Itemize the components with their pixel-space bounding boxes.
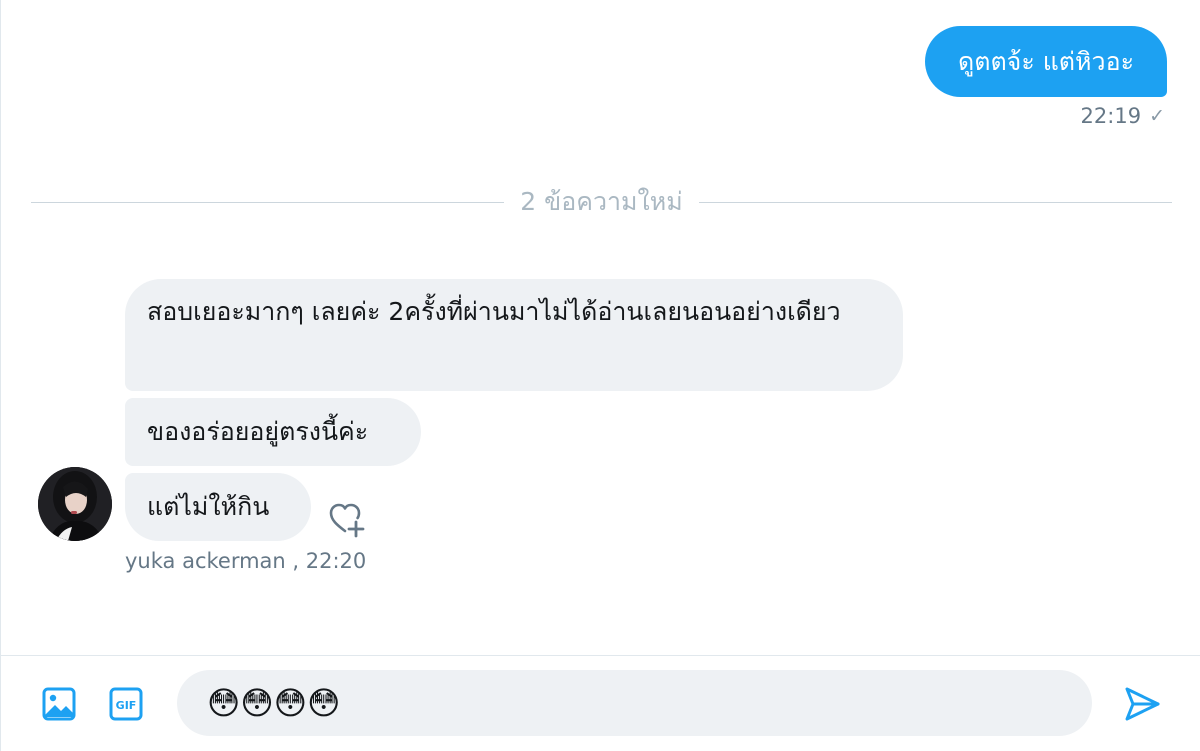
media-icon[interactable]: [41, 686, 77, 722]
incoming-message-bubble[interactable]: ของอร่อยอยู่ตรงนี้ค่ะ: [125, 398, 421, 466]
avatar-image: [38, 467, 112, 541]
outgoing-message-meta: 22:19 ✓: [1081, 104, 1165, 128]
message-composer: GIF 😳😳😳😳: [1, 655, 1200, 751]
incoming-message-text: แต่ไม่ให้กิน: [147, 492, 270, 521]
divider-line-right: [698, 201, 1172, 203]
message-list: ดูตตจ้ะ แต่หิวอะ 22:19 ✓ 2 ข้อความใหม่ ส…: [1, 0, 1200, 655]
outgoing-message-text: ดูตตจ้ะ แต่หิวอะ: [957, 46, 1135, 76]
gif-icon[interactable]: GIF: [108, 686, 144, 722]
incoming-message-bubble[interactable]: แต่ไม่ให้กิน: [125, 473, 311, 541]
new-messages-divider: 2 ข้อความใหม่: [31, 185, 1172, 219]
incoming-message-bubble[interactable]: สอบเยอะมากๆ เลยค่ะ 2ครั้งที่ผ่านมาไม่ได้…: [125, 279, 903, 391]
incoming-message-meta: yuka ackerman , 22:20: [125, 549, 366, 573]
incoming-message-text: สอบเยอะมากๆ เลยค่ะ 2ครั้งที่ผ่านมาไม่ได้…: [147, 297, 841, 326]
send-icon[interactable]: [1122, 684, 1162, 724]
svg-text:GIF: GIF: [116, 699, 137, 712]
message-input[interactable]: 😳😳😳😳: [177, 670, 1092, 736]
add-reaction-heart-icon[interactable]: [327, 500, 367, 540]
sender-name[interactable]: yuka ackerman: [125, 549, 286, 573]
check-icon: ✓: [1149, 105, 1165, 127]
outgoing-message-bubble[interactable]: ดูตตจ้ะ แต่หิวอะ: [925, 26, 1167, 97]
dm-conversation-window: ดูตตจ้ะ แต่หิวอะ 22:19 ✓ 2 ข้อความใหม่ ส…: [0, 0, 1200, 751]
message-input-value: 😳😳😳😳: [207, 684, 341, 722]
outgoing-message-time: 22:19: [1080, 104, 1142, 128]
avatar[interactable]: [38, 467, 112, 541]
incoming-message-text: ของอร่อยอยู่ตรงนี้ค่ะ: [147, 417, 369, 446]
divider-line-left: [31, 201, 505, 203]
incoming-message-time: , 22:20: [285, 549, 367, 573]
new-messages-label: 2 ข้อความใหม่: [520, 187, 683, 216]
